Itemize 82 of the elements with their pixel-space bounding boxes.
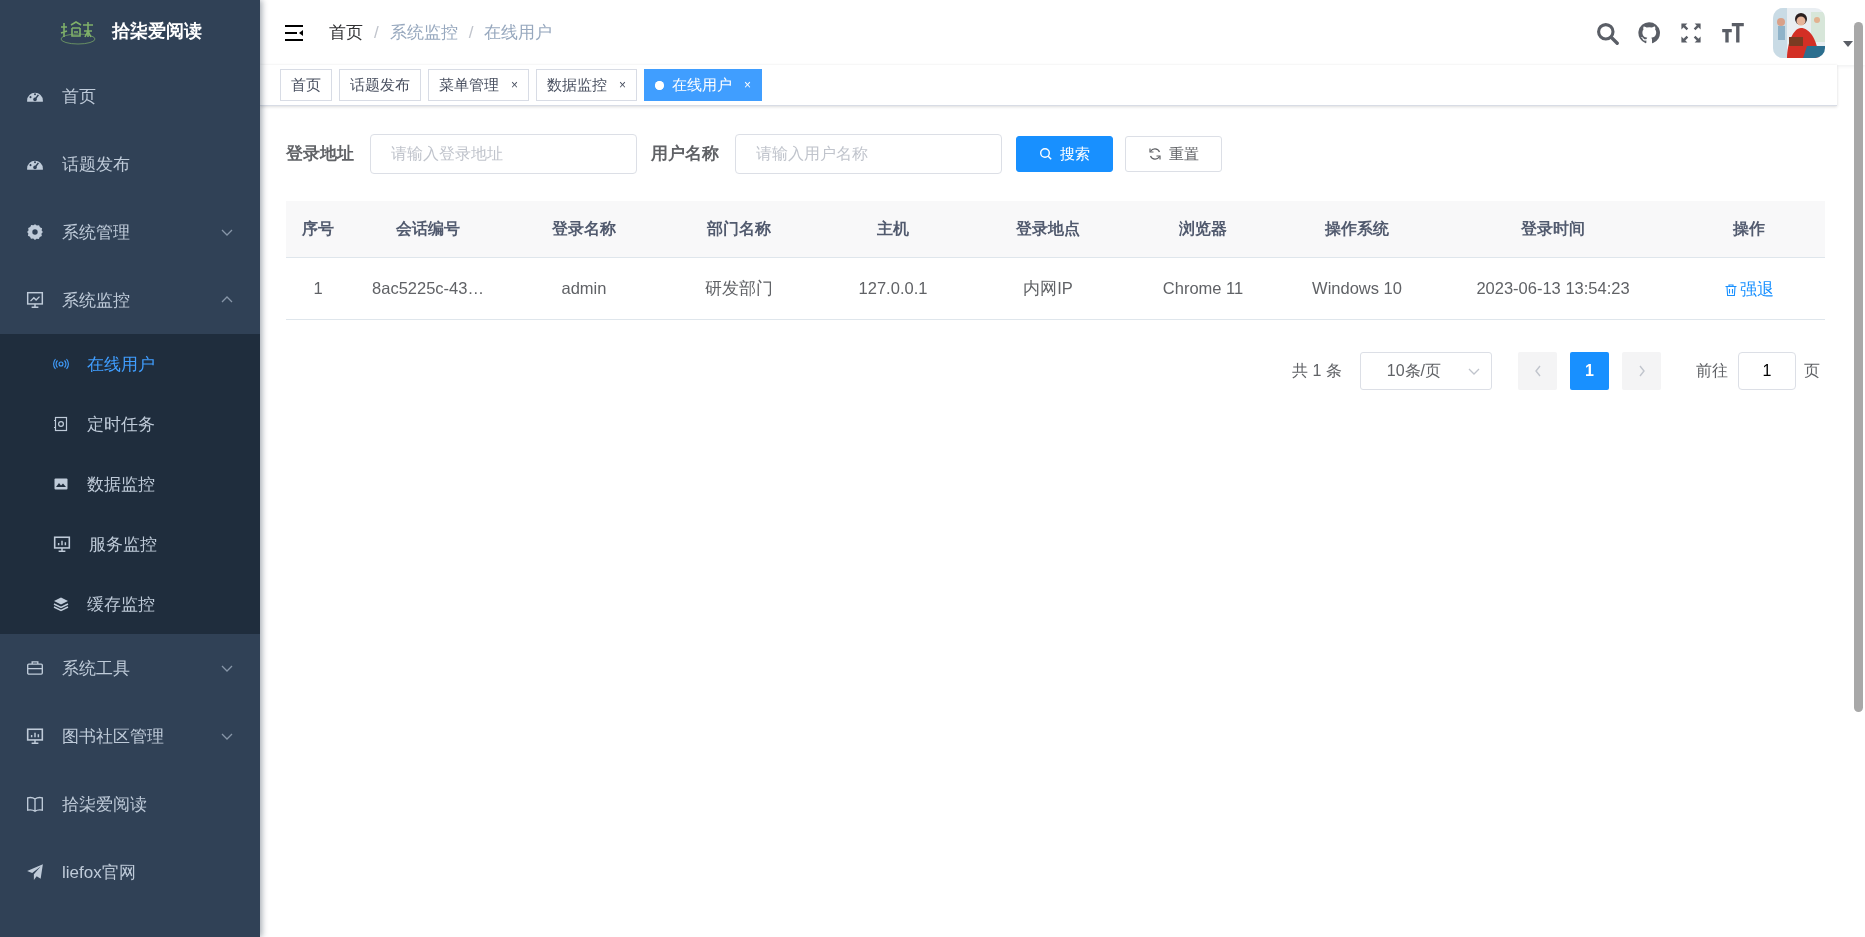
force-logout-link[interactable]: 强退 [1723, 278, 1774, 301]
column-header: 登录名称 [506, 201, 662, 258]
menu-item[interactable]: 系统工具 [0, 634, 260, 702]
breadcrumb-separator: / [374, 22, 379, 43]
search-icon [1039, 147, 1053, 161]
column-header: 浏览器 [1126, 201, 1280, 258]
column-header: 登录时间 [1434, 201, 1672, 258]
column-header: 主机 [816, 201, 970, 258]
field-label: 登录地址 [286, 143, 354, 164]
menu-item[interactable]: 拾柒爱阅读 [0, 770, 260, 838]
font-size-button[interactable] [1721, 20, 1745, 45]
field-label: 用户名称 [651, 143, 719, 164]
breadcrumb-separator: / [468, 22, 474, 43]
search-button[interactable] [1595, 20, 1619, 45]
tab[interactable]: 数据监控 × [536, 69, 638, 101]
tab-close-button[interactable]: × [619, 78, 627, 92]
table-cell: 研发部门 [662, 258, 816, 320]
table-cell: 内网IP [970, 258, 1126, 320]
menu-item[interactable]: 图书社区管理 [0, 702, 260, 770]
monitor-icon [26, 727, 44, 745]
column-header: 操作 [1672, 201, 1825, 258]
menu-item[interactable]: 系统监控 [0, 266, 260, 334]
table-cell: admin [506, 258, 662, 320]
active-dot-icon [655, 80, 665, 90]
table-cell: Chrome 11 [1126, 258, 1280, 320]
table-cell: 127.0.0.1 [816, 258, 970, 320]
signal-icon [53, 356, 69, 372]
layers-icon [53, 596, 69, 612]
cat-logo-icon [1637, 20, 1661, 45]
paper-plane-icon [26, 863, 44, 881]
tab[interactable]: 首页 [280, 69, 332, 101]
text-size-icon [1721, 20, 1745, 45]
refresh-icon [1148, 147, 1162, 161]
submenu-item[interactable]: 服务监控 [0, 514, 260, 574]
total-count: 共 1 条 [1291, 360, 1342, 381]
scrollbar[interactable] [1854, 22, 1863, 712]
column-header: 登录地点 [970, 201, 1126, 258]
column-header: 会话编号 [350, 201, 506, 258]
menu-icon [283, 22, 305, 43]
fullscreen-button[interactable] [1679, 20, 1703, 45]
tab[interactable]: 菜单管理 × [428, 69, 529, 101]
submenu-item[interactable]: 缓存监控 [0, 574, 260, 634]
breadcrumb-item[interactable]: 首页 [329, 21, 363, 44]
trash-icon [1723, 282, 1738, 297]
briefcase-icon [26, 659, 44, 677]
table-cell: 2023-06-13 13:54:23 [1434, 258, 1672, 320]
page-jump-field[interactable]: 1 [1738, 352, 1796, 390]
page-size-select[interactable]: 10条/页 [1359, 352, 1492, 390]
search-icon [1595, 20, 1619, 45]
menu-item[interactable]: liefox官网 [0, 838, 260, 906]
table-cell: 1 [286, 258, 350, 320]
page-unit-label: 页 [1804, 360, 1820, 381]
book-icon [26, 795, 44, 813]
table-cell: Windows 10 [1280, 258, 1434, 320]
input-field[interactable]: 请输入登录地址 [370, 134, 637, 174]
app-title: 拾柒爱阅读 [112, 20, 202, 43]
monitor-chart-icon [26, 291, 44, 309]
input-field[interactable]: 请输入用户名称 [735, 134, 1002, 174]
submenu-item[interactable]: 定时任务 [0, 394, 260, 454]
menu-item[interactable]: 首页 [0, 62, 260, 130]
safe-icon [53, 416, 69, 432]
column-header: 操作系统 [1280, 201, 1434, 258]
caret-down-icon [1843, 40, 1853, 47]
reset-button[interactable]: 重置 [1125, 136, 1222, 172]
submenu-item[interactable]: 在线用户 [0, 334, 260, 394]
column-header: 序号 [286, 201, 350, 258]
submenu-item[interactable]: 数据监控 [0, 454, 260, 514]
image-icon [53, 476, 69, 492]
github-button[interactable] [1637, 20, 1661, 45]
goto-label: 前往 [1696, 360, 1728, 381]
table-cell: 8ac5225c-43… [350, 258, 506, 320]
menu-toggle-icon[interactable] [283, 22, 305, 43]
monitor-icon [53, 535, 71, 553]
breadcrumb-item: 在线用户 [484, 22, 553, 44]
tab[interactable]: 话题发布 [339, 69, 421, 101]
tab-close-button[interactable]: × [511, 78, 518, 92]
menu-item[interactable]: 话题发布 [0, 130, 260, 198]
gear-icon [26, 223, 44, 241]
column-header: 部门名称 [662, 201, 816, 258]
fullscreen-icon [1679, 20, 1703, 45]
breadcrumb-item: 系统监控 [389, 22, 458, 44]
menu-item[interactable]: 系统管理 [0, 198, 260, 266]
